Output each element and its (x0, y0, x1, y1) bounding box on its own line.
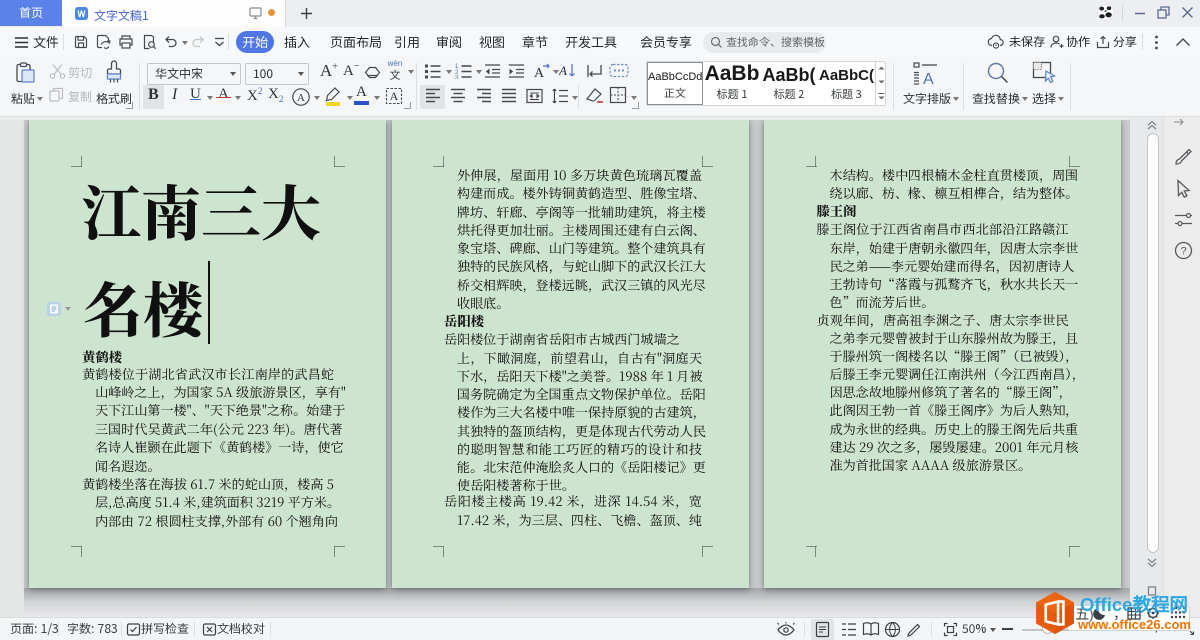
svg-text:A: A (559, 63, 567, 78)
svg-text:A: A (923, 71, 934, 86)
svg-text:3: 3 (455, 76, 459, 80)
svg-text:A: A (534, 66, 545, 80)
svg-text:A: A (297, 92, 305, 104)
svg-text:A: A (390, 89, 399, 103)
svg-text:?: ? (1180, 246, 1186, 258)
